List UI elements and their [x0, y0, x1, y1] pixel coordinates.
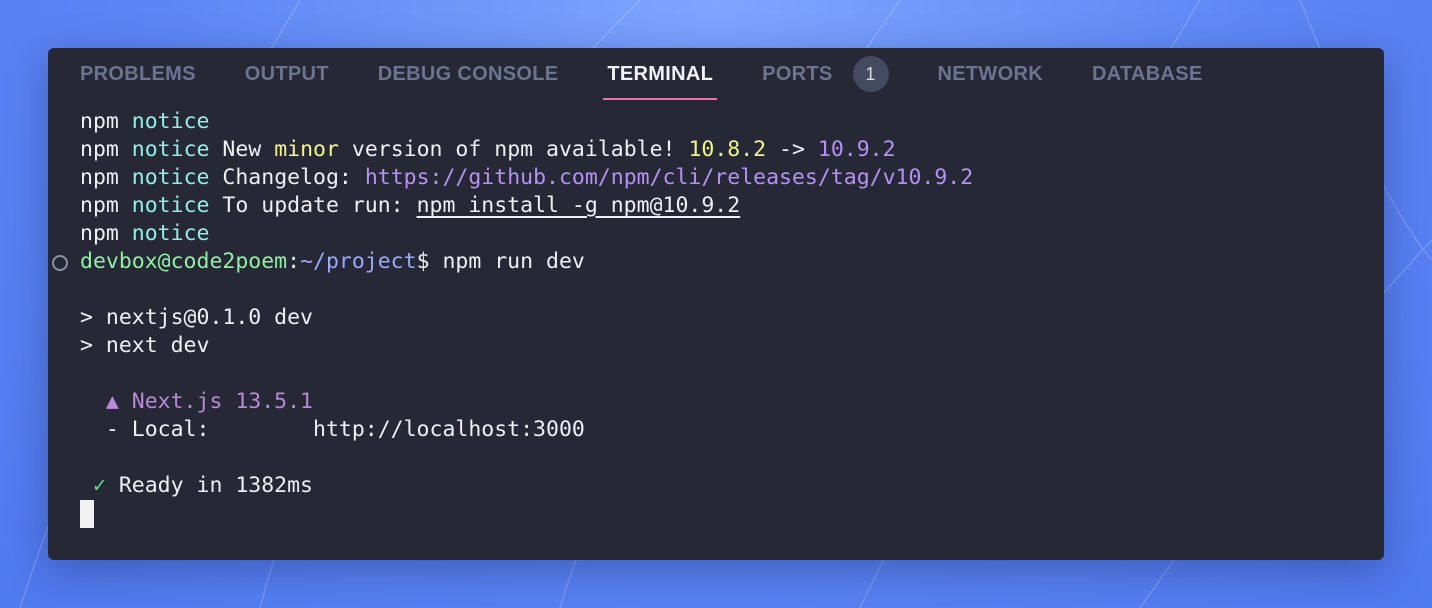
terminal-line: - Local: http://localhost:3000: [80, 417, 585, 442]
prompt-line: devbox@code2poem:~/project$ npm run dev: [52, 248, 1364, 276]
terminal-cursor: [80, 500, 94, 528]
tab-network[interactable]: NETWORK: [938, 48, 1043, 100]
terminal-line: > next dev: [80, 333, 210, 358]
tab-ports[interactable]: PORTS 1: [762, 48, 889, 100]
ports-count-badge: 1: [852, 56, 889, 92]
update-command: npm install -g npm@10.9.2: [416, 193, 741, 218]
terminal-line: npm notice To update run: npm install -g…: [80, 193, 741, 218]
check-icon: ✓: [80, 473, 106, 498]
tab-problems[interactable]: PROBLEMS: [80, 48, 196, 100]
terminal-line: [80, 500, 1364, 528]
panel-tab-bar: PROBLEMS OUTPUT DEBUG CONSOLE TERMINAL P…: [48, 48, 1384, 106]
changelog-link[interactable]: https://github.com/npm/cli/releases/tag/…: [365, 165, 973, 190]
prompt-user-host: devbox@code2poem: [80, 249, 288, 274]
terminal-line: npm notice: [80, 221, 210, 246]
prompt-command: npm run dev: [442, 249, 585, 274]
terminal-line: > nextjs@0.1.0 dev: [80, 305, 313, 330]
terminal-output[interactable]: npm notice npm notice New minor version …: [52, 108, 1364, 540]
terminal-panel: PROBLEMS OUTPUT DEBUG CONSOLE TERMINAL P…: [48, 48, 1384, 560]
local-url[interactable]: http://localhost:3000: [313, 417, 585, 442]
terminal-line: ▲ Next.js 13.5.1: [80, 388, 1364, 416]
terminal-line: ✓ Ready in 1382ms: [80, 473, 313, 498]
tab-database[interactable]: DATABASE: [1092, 48, 1203, 100]
nextjs-version: ▲ Next.js 13.5.1: [80, 389, 313, 414]
command-status-circle-icon[interactable]: [52, 255, 68, 271]
prompt-path: ~/project: [300, 249, 417, 274]
tab-terminal[interactable]: TERMINAL: [603, 48, 717, 100]
tab-output[interactable]: OUTPUT: [245, 48, 329, 100]
terminal-line: npm notice New minor version of npm avai…: [80, 137, 896, 162]
terminal-line: npm notice: [80, 109, 210, 134]
terminal-line: npm notice Changelog: https://github.com…: [80, 165, 974, 190]
tab-debug-console[interactable]: DEBUG CONSOLE: [378, 48, 559, 100]
